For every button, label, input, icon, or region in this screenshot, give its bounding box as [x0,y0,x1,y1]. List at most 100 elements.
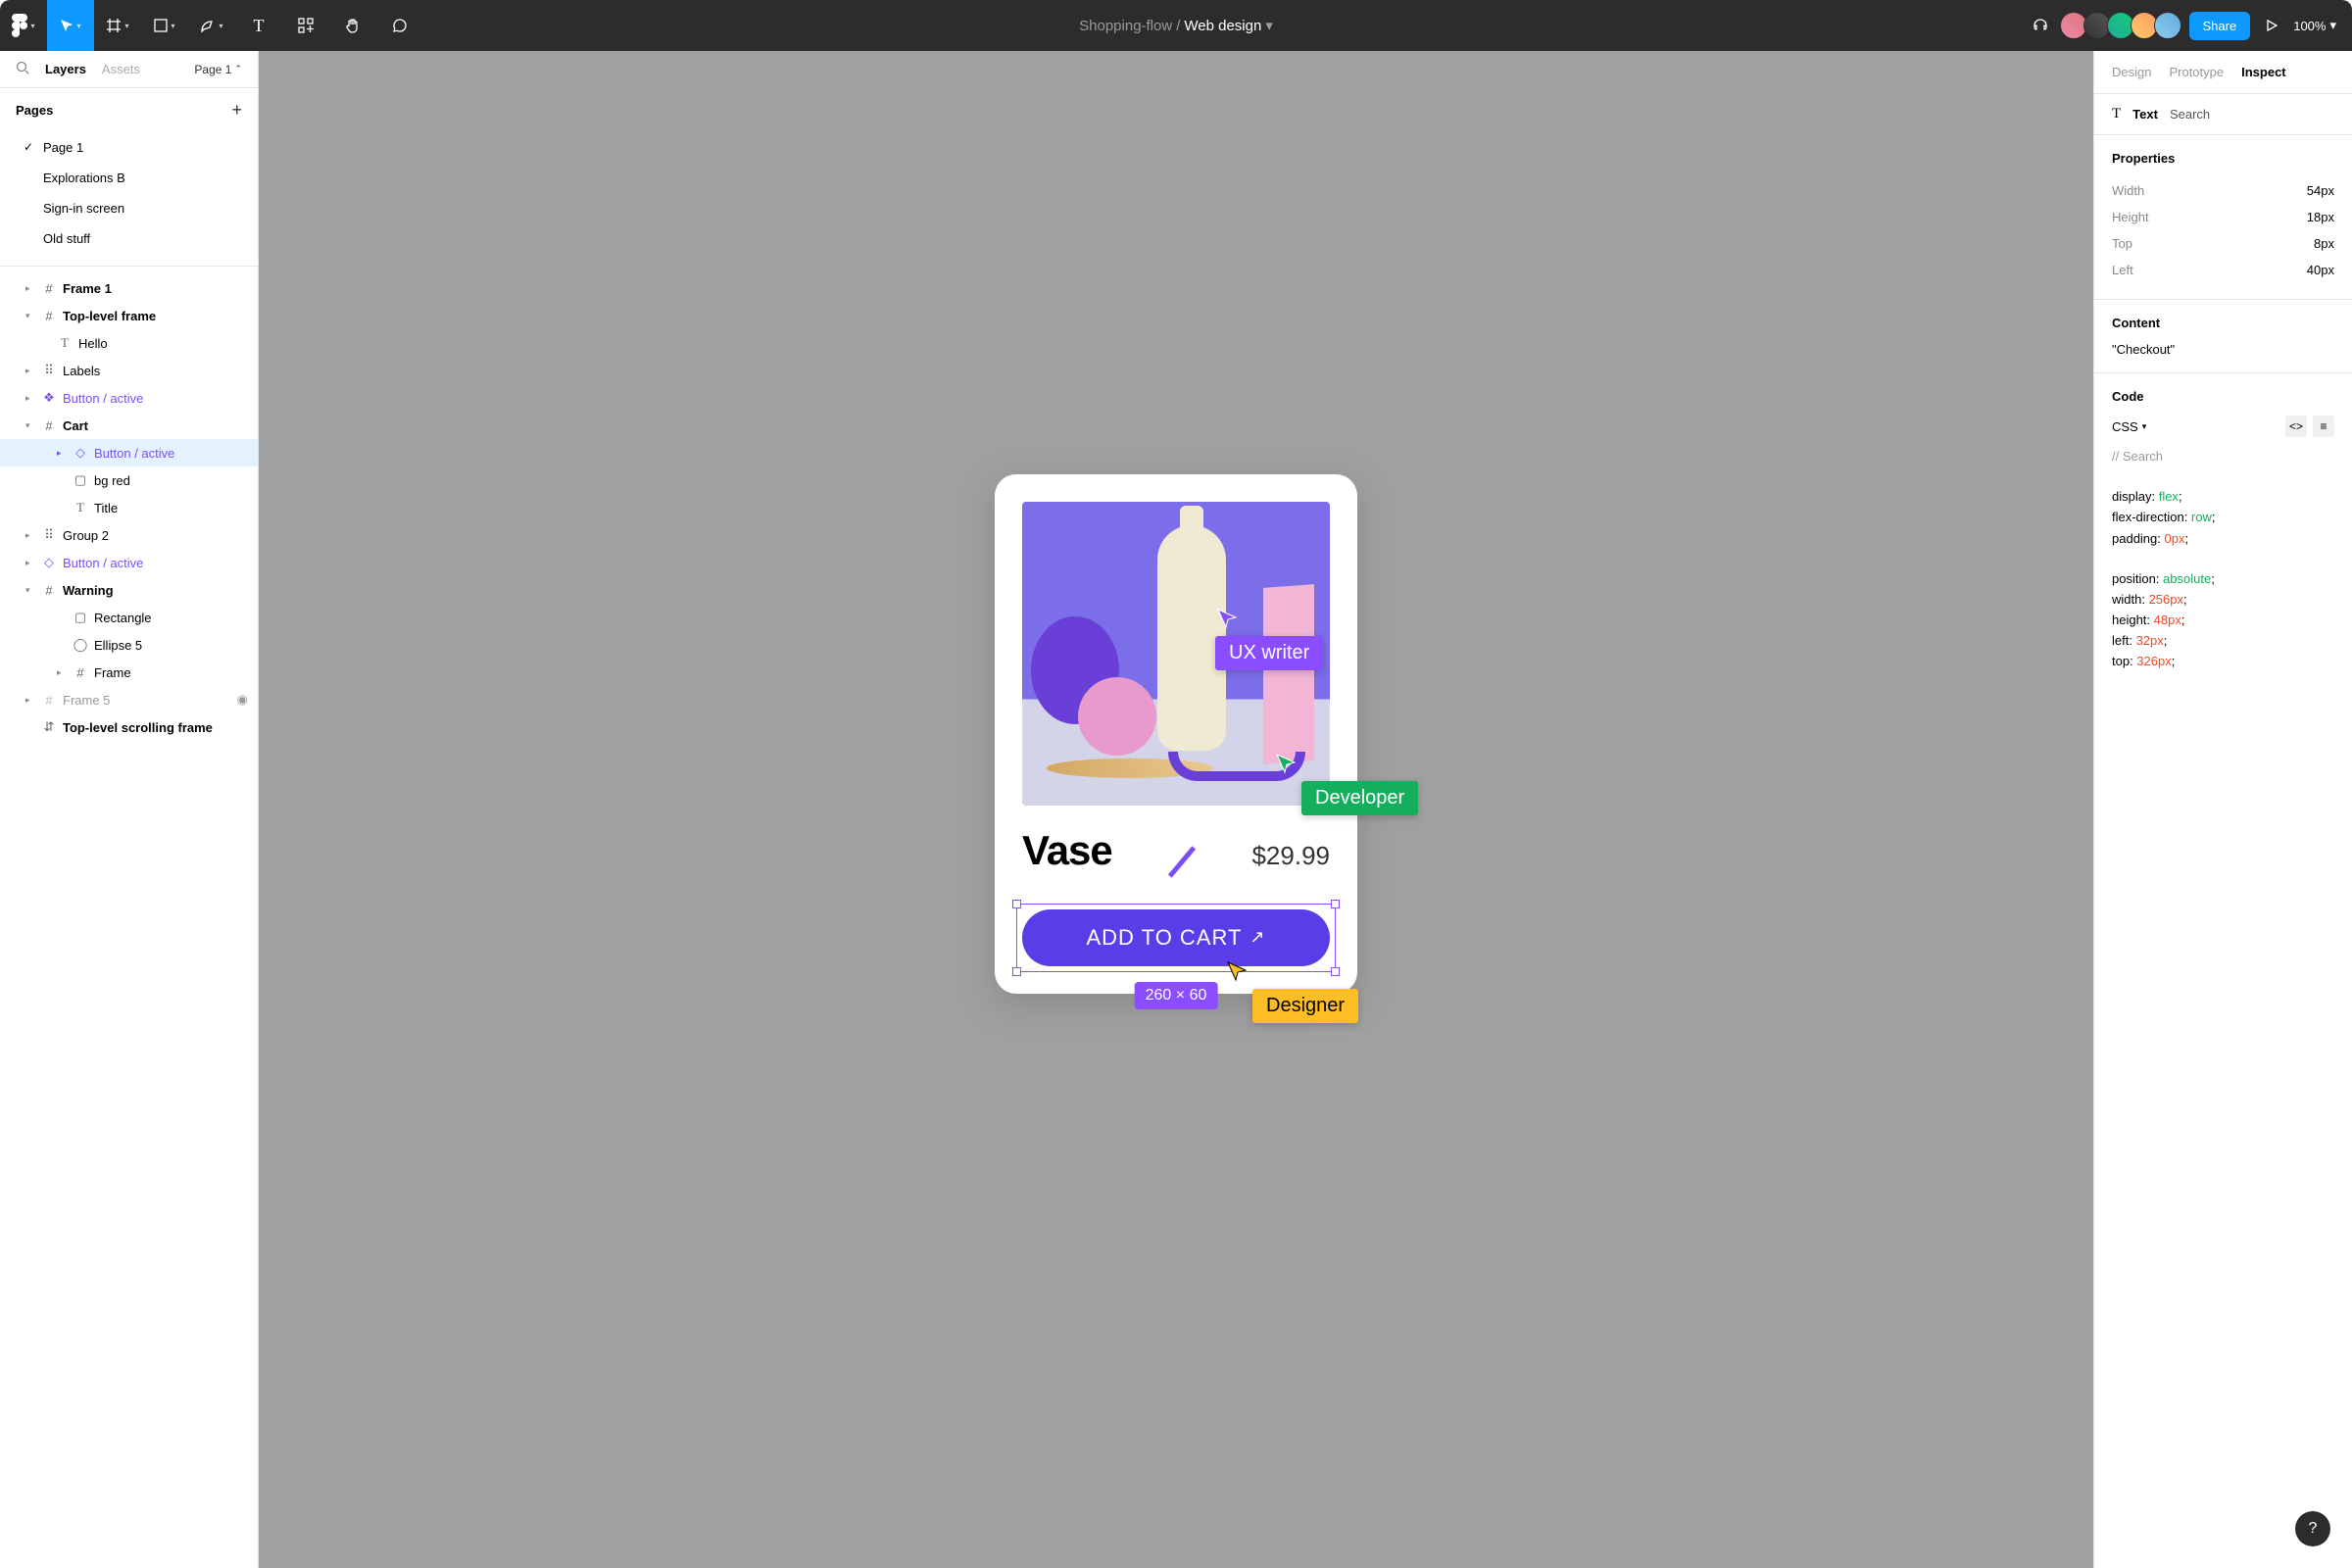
headphones-icon [2032,17,2049,34]
code-section: Code CSS ▾ <> ≡ // Search display: flex;… [2094,373,2352,689]
selection-dimensions: 260 × 60 [1135,982,1218,1009]
page-item[interactable]: Explorations B [0,163,258,193]
frame-icon: # [41,692,57,708]
pen-icon [200,18,216,33]
move-tool-button[interactable]: ▾ [47,0,94,51]
tab-prototype[interactable]: Prototype [2169,65,2224,79]
frame-icon [106,18,122,33]
tab-design[interactable]: Design [2112,65,2151,79]
avatar[interactable] [2154,12,2181,39]
layer-group[interactable]: ▸⠿Labels [0,357,258,384]
layer-text[interactable]: THello [0,329,258,357]
chevron-down-icon: ▾ [2142,421,2147,432]
layer-instance[interactable]: ▸◇Button / active [0,439,258,466]
present-button[interactable] [2258,0,2285,51]
product-card[interactable]: Vase $29.99 ADD TO CART ↗ 260 × 60 [995,474,1357,994]
page-item[interactable]: Sign-in screen [0,193,258,223]
chevron-down-icon: ▾ [30,22,34,30]
cursor-icon [60,19,74,32]
play-icon [2265,19,2278,32]
frame-icon: # [41,582,57,598]
resize-handle[interactable] [1012,967,1021,976]
resize-handle[interactable] [1012,900,1021,908]
search-icon[interactable] [16,61,29,77]
page-item[interactable]: Old stuff [0,223,258,254]
comment-icon [392,18,408,33]
text-icon: T [254,16,265,36]
properties-section: Properties Width54px Height18px Top8px L… [2094,135,2352,300]
layer-scrolling-frame[interactable]: ⇵Top-level scrolling frame [0,713,258,741]
breadcrumb[interactable]: Shopping-flow / Web design ▾ [1079,17,1273,34]
group-icon: ⠿ [41,527,57,543]
pen-tool-button[interactable]: ▾ [188,0,235,51]
content-value: "Checkout" [2112,342,2334,357]
prop-left: Left40px [2112,257,2334,283]
layer-rectangle[interactable]: ▢Rectangle [0,604,258,631]
group-icon: ⠿ [41,363,57,378]
frame-icon: # [73,664,88,680]
code-view-button[interactable]: <> [2285,416,2307,437]
add-page-button[interactable]: + [231,100,242,121]
comment-tool-button[interactable] [376,0,423,51]
layer-frame[interactable]: ▾#Top-level frame [0,302,258,329]
text-icon: T [2112,106,2121,122]
content-section: Content "Checkout" [2094,300,2352,373]
layer-component[interactable]: ▸❖Button / active [0,384,258,412]
chevron-down-icon: ▾ [124,22,128,30]
slash-decoration [1168,846,1196,877]
inspect-type-row: T Text Search [2094,94,2352,135]
tab-inspect[interactable]: Inspect [2241,65,2286,79]
layers-tree: ▸#Frame 1 ▾#Top-level frame THello ▸⠿Lab… [0,266,258,1568]
figma-logo-icon [12,14,27,37]
help-button[interactable]: ? [2295,1511,2330,1546]
chevron-down-icon: ▾ [219,22,222,30]
add-to-cart-button[interactable]: ADD TO CART ↗ [1022,909,1330,966]
prop-top: Top8px [2112,230,2334,257]
page-item[interactable]: Page 1 [0,132,258,163]
resize-handle[interactable] [1331,900,1340,908]
toolbar-left: ▾ ▾ ▾ ▾ ▾ T [0,0,423,51]
layer-instance[interactable]: ▸◇Button / active [0,549,258,576]
layer-frame[interactable]: ▾#Warning [0,576,258,604]
zoom-selector[interactable]: 100% ▾ [2293,18,2336,33]
chevron-up-icon: ⌃ [234,64,242,74]
frame-tool-button[interactable]: ▾ [94,0,141,51]
canvas[interactable]: Vase $29.99 ADD TO CART ↗ 260 × 60 [259,51,2093,1568]
share-button[interactable]: Share [2189,12,2251,40]
layer-frame[interactable]: ▾#Cart [0,412,258,439]
layer-frame[interactable]: ▸#Frame [0,659,258,686]
frame-icon: # [41,417,57,433]
right-panel: Design Prototype Inspect T Text Search P… [2093,51,2352,1568]
text-icon: T [57,335,73,351]
layer-frame-hidden[interactable]: ▸#Frame 5◉ [0,686,258,713]
code-lang-selector[interactable]: CSS ▾ [2112,419,2146,434]
layer-text[interactable]: TTitle [0,494,258,521]
hand-tool-button[interactable] [329,0,376,51]
figma-logo-button[interactable]: ▾ [0,0,47,51]
rectangle-icon: ▢ [73,472,88,488]
layer-name: Search [2170,107,2210,122]
shape-tool-button[interactable]: ▾ [141,0,188,51]
layer-rectangle[interactable]: ▢bg red [0,466,258,494]
arrow-icon: ↗ [1250,927,1265,948]
ellipse-icon: ◯ [73,637,88,653]
resources-button[interactable] [282,0,329,51]
tab-layers[interactable]: Layers [45,62,86,76]
layer-frame[interactable]: ▸#Frame 1 [0,274,258,302]
layer-group[interactable]: ▸⠿Group 2 [0,521,258,549]
visibility-icon[interactable]: ◉ [237,692,248,708]
audio-button[interactable] [2025,0,2056,51]
breadcrumb-project: Shopping-flow [1079,18,1172,34]
page-selector[interactable]: Page 1 ⌃ [194,63,242,76]
chevron-down-icon: ▾ [1265,17,1273,34]
layer-ellipse[interactable]: ◯Ellipse 5 [0,631,258,659]
code-settings-button[interactable]: ≡ [2313,416,2334,437]
code-block[interactable]: // Search display: flex; flex-direction:… [2112,447,2334,673]
tab-assets[interactable]: Assets [102,62,140,76]
text-icon: T [73,500,88,515]
selected-element-wrapper: ADD TO CART ↗ 260 × 60 [1022,909,1330,966]
collaborator-avatars[interactable] [2064,12,2181,39]
resize-handle[interactable] [1331,967,1340,976]
text-tool-button[interactable]: T [235,0,282,51]
instance-icon: ◇ [73,445,88,461]
